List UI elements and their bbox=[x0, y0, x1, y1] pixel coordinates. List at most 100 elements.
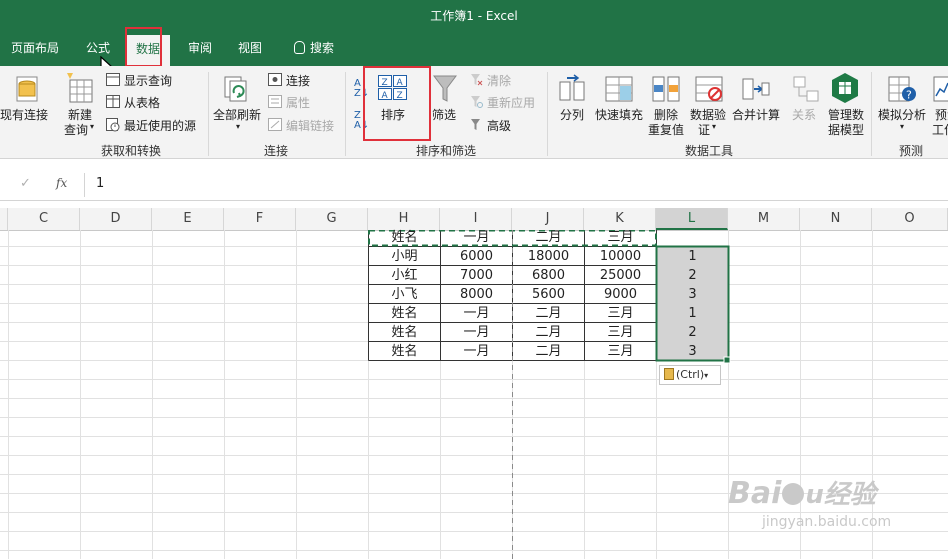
table-cell[interactable]: 二月 bbox=[513, 342, 584, 361]
column-header-e[interactable]: E bbox=[152, 208, 224, 230]
column-header-i[interactable]: I bbox=[440, 208, 512, 230]
table-cell[interactable]: 一月 bbox=[441, 304, 512, 323]
show-queries-button[interactable]: 显示查询 bbox=[124, 72, 172, 89]
flash-fill-icon bbox=[605, 76, 633, 102]
column-header-j[interactable]: J bbox=[512, 208, 584, 230]
flash-fill-button[interactable]: 快速填充 bbox=[595, 106, 643, 123]
table-header-cell[interactable]: 一月 bbox=[441, 230, 512, 246]
advanced-button[interactable]: 高级 bbox=[487, 117, 511, 134]
table-cell[interactable]: 姓名 bbox=[369, 304, 440, 323]
existing-connections-button[interactable]: 现有连接 bbox=[0, 106, 48, 123]
table-cell[interactable]: 25000 bbox=[585, 266, 656, 285]
column-header-l[interactable]: L bbox=[656, 208, 728, 230]
text-to-columns-button[interactable]: 分列 bbox=[560, 106, 584, 123]
column-header-o[interactable]: O bbox=[872, 208, 948, 230]
manage-data-model-label-2[interactable]: 据模型 bbox=[828, 121, 864, 138]
table-cell[interactable]: 三月 bbox=[585, 342, 656, 361]
table-cell[interactable]: 三月 bbox=[585, 304, 656, 323]
table-header-cell[interactable]: 三月 bbox=[585, 230, 656, 246]
new-query-dropdown-icon[interactable]: ▾ bbox=[90, 122, 94, 131]
remove-duplicates-label-2[interactable]: 重复值 bbox=[648, 121, 684, 138]
table-cell[interactable]: 姓名 bbox=[369, 323, 440, 342]
table-cell[interactable]: 小红 bbox=[369, 266, 440, 285]
worksheet-grid[interactable]: 姓名 一月 二月 三月 小明 6000 18000 10000 1 小红 700… bbox=[0, 230, 948, 559]
data-validation-label-2[interactable]: 证 bbox=[698, 121, 710, 138]
group-label-get-transform: 获取和转换 bbox=[100, 144, 161, 158]
table-cell[interactable]: 二月 bbox=[513, 304, 584, 323]
refresh-all-button[interactable]: 全部刷新 bbox=[213, 106, 261, 123]
column-header-c[interactable]: C bbox=[8, 208, 80, 230]
table-cell[interactable]: 5600 bbox=[513, 285, 584, 304]
relationships-button[interactable]: 关系 bbox=[792, 106, 816, 123]
column-header-partial[interactable] bbox=[0, 208, 8, 230]
table-cell[interactable]: 姓名 bbox=[369, 342, 440, 361]
selected-cell[interactable]: 3 bbox=[657, 285, 728, 304]
table-cell[interactable]: 一月 bbox=[441, 323, 512, 342]
what-if-analysis-button[interactable]: 模拟分析 bbox=[878, 106, 926, 123]
from-table-button[interactable]: 从表格 bbox=[124, 94, 160, 111]
table-cell[interactable]: 10000 bbox=[585, 247, 656, 266]
selected-cell[interactable]: 1 bbox=[657, 247, 728, 266]
filter-icon bbox=[433, 75, 457, 102]
group-separator bbox=[208, 72, 209, 156]
selected-cell[interactable]: 1 bbox=[657, 304, 728, 323]
column-header-h[interactable]: H bbox=[368, 208, 440, 230]
table-cell[interactable]: 6000 bbox=[441, 247, 512, 266]
group-separator bbox=[345, 72, 346, 156]
insert-function-icon[interactable]: fx bbox=[56, 176, 67, 190]
clipboard-icon bbox=[664, 368, 674, 380]
table-header-cell[interactable]: 二月 bbox=[513, 230, 584, 246]
cancel-entry-icon[interactable]: ✓ bbox=[20, 176, 31, 191]
from-table-icon bbox=[106, 95, 120, 108]
selected-cell[interactable]: 2 bbox=[657, 266, 728, 285]
tab-review[interactable]: 审阅 bbox=[178, 32, 222, 66]
table-cell[interactable]: 6800 bbox=[513, 266, 584, 285]
column-header-d[interactable]: D bbox=[80, 208, 152, 230]
edit-links-button[interactable]: 编辑链接 bbox=[286, 117, 334, 134]
group-separator bbox=[871, 72, 872, 156]
formula-input[interactable]: 1 bbox=[96, 176, 104, 191]
relationships-icon bbox=[793, 76, 819, 102]
watermark-logo: Bai u经验 bbox=[728, 476, 876, 511]
tab-page-layout[interactable]: 页面布局 bbox=[0, 32, 70, 66]
column-header-k[interactable]: K bbox=[584, 208, 656, 230]
refresh-dropdown-icon[interactable]: ▾ bbox=[236, 122, 240, 131]
recent-sources-icon bbox=[106, 118, 120, 132]
tell-me-search[interactable]: 搜索 bbox=[284, 32, 344, 66]
connections-button[interactable]: 连接 bbox=[286, 72, 310, 89]
table-cell[interactable]: 18000 bbox=[513, 247, 584, 266]
highlight-box-sort bbox=[363, 66, 431, 141]
table-cell[interactable]: 一月 bbox=[441, 342, 512, 361]
table-cell[interactable]: 小飞 bbox=[369, 285, 440, 304]
filter-button[interactable]: 筛选 bbox=[432, 106, 456, 123]
chevron-down-icon: ▾ bbox=[704, 371, 709, 380]
table-header-cell[interactable]: 姓名 bbox=[369, 230, 440, 246]
paste-options-button[interactable]: (Ctrl)▾ bbox=[659, 365, 721, 385]
new-query-label-2[interactable]: 查询 bbox=[64, 121, 88, 138]
lightbulb-icon bbox=[293, 41, 305, 54]
edit-links-icon bbox=[268, 118, 282, 131]
recent-sources-button[interactable]: 最近使用的源 bbox=[124, 117, 196, 134]
selected-cell[interactable]: 2 bbox=[657, 323, 728, 342]
clear-filter-icon bbox=[471, 74, 483, 86]
selected-cell[interactable]: 3 bbox=[657, 342, 728, 361]
column-header-n[interactable]: N bbox=[800, 208, 872, 230]
forecast-sheet-label-2[interactable]: 工作 bbox=[932, 121, 948, 138]
properties-button[interactable]: 属性 bbox=[286, 94, 310, 111]
table-cell[interactable]: 三月 bbox=[585, 323, 656, 342]
table-cell[interactable]: 8000 bbox=[441, 285, 512, 304]
table-cell[interactable]: 二月 bbox=[513, 323, 584, 342]
column-header-f[interactable]: F bbox=[224, 208, 296, 230]
tab-view[interactable]: 视图 bbox=[228, 32, 272, 66]
column-header-m[interactable]: M bbox=[728, 208, 800, 230]
consolidate-button[interactable]: 合并计算 bbox=[732, 106, 780, 123]
what-if-dropdown-icon[interactable]: ▾ bbox=[900, 122, 904, 131]
table-cell[interactable]: 小明 bbox=[369, 247, 440, 266]
column-header-g[interactable]: G bbox=[296, 208, 368, 230]
clear-button[interactable]: 清除 bbox=[487, 72, 511, 89]
validation-dropdown-icon[interactable]: ▾ bbox=[712, 122, 716, 131]
reapply-button[interactable]: 重新应用 bbox=[487, 94, 535, 111]
remove-duplicates-icon bbox=[652, 76, 680, 102]
table-cell[interactable]: 7000 bbox=[441, 266, 512, 285]
table-cell[interactable]: 9000 bbox=[585, 285, 656, 304]
